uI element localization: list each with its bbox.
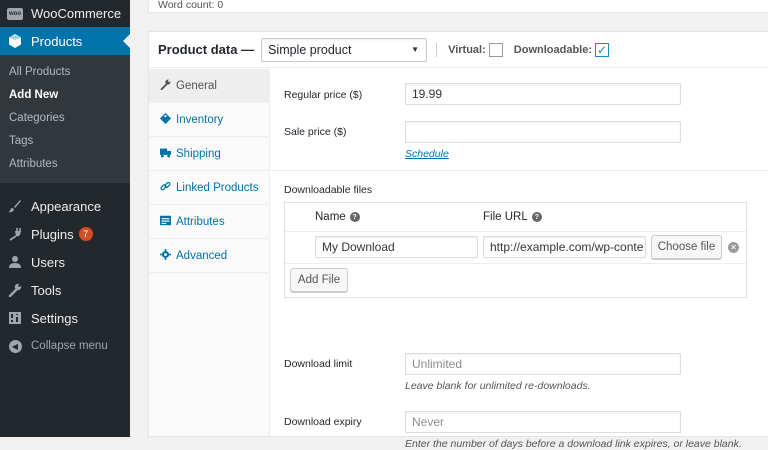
downloadable-checkbox[interactable]: ✓: [595, 42, 610, 57]
checkmark-icon: ✓: [596, 42, 608, 57]
plugins-update-badge: 7: [78, 227, 93, 241]
name-column-header: Name ?: [315, 211, 360, 223]
word-count: Word count: 0: [148, 0, 768, 13]
menu-woocommerce[interactable]: woo WooCommerce: [0, 0, 130, 27]
collapse-arrow-icon: ◀: [7, 338, 23, 354]
wrench-icon: [159, 79, 171, 93]
tab-inventory[interactable]: Inventory: [149, 103, 269, 137]
schedule-link[interactable]: Schedule: [405, 148, 449, 160]
plug-icon: [7, 226, 23, 242]
truck-icon: [159, 147, 171, 161]
tab-inventory-label: Inventory: [176, 113, 224, 126]
downloadable-file-row: My Download http://example.com/wp-conte …: [285, 232, 746, 263]
tab-general-label: General: [176, 79, 217, 92]
download-limit-description: Leave blank for unlimited re-downloads.: [405, 380, 591, 392]
paintbrush-icon: [7, 198, 23, 214]
help-icon[interactable]: ?: [531, 212, 542, 222]
tab-shipping[interactable]: Shipping: [149, 137, 269, 171]
downloadable-label: Downloadable:: [513, 43, 593, 56]
menu-appearance[interactable]: Appearance: [0, 192, 130, 220]
menu-tools[interactable]: Tools: [0, 276, 130, 304]
submenu-all-products[interactable]: All Products: [0, 61, 130, 84]
tag-icon: [159, 112, 171, 127]
link-icon: [159, 181, 171, 195]
menu-tools-label: Tools: [31, 282, 62, 298]
downloadable-files-footer: Add File: [285, 263, 746, 297]
download-expiry-description: Enter the number of days before a downlo…: [405, 438, 742, 450]
wrench-icon: [7, 282, 23, 298]
menu-plugins-label: Plugins: [31, 226, 74, 242]
menu-woocommerce-label: WooCommerce: [31, 6, 122, 21]
download-expiry-input[interactable]: Never: [405, 411, 681, 433]
woocommerce-icon: woo: [7, 6, 23, 22]
regular-price-label: Regular price ($): [284, 89, 363, 101]
tab-attributes[interactable]: Attributes: [149, 205, 269, 239]
download-limit-label: Download limit: [284, 358, 353, 370]
gear-icon: [159, 248, 171, 263]
file-url-input[interactable]: http://example.com/wp-conte: [483, 236, 646, 258]
settings-sliders-icon: [7, 310, 23, 326]
submenu-add-new[interactable]: Add New: [0, 84, 130, 107]
tab-advanced[interactable]: Advanced: [149, 239, 269, 273]
sale-price-input[interactable]: [405, 121, 681, 143]
header-divider: [436, 42, 438, 57]
product-data-title: Product data —: [158, 42, 255, 57]
general-tab-content: Regular price ($) 19.99 Sale price ($) S…: [271, 69, 768, 450]
product-data-tabs: General Inventory Shipping Linked Produc…: [149, 69, 270, 436]
help-icon[interactable]: ?: [349, 212, 360, 222]
virtual-checkbox[interactable]: [488, 42, 503, 57]
products-submenu: All Products Add New Categories Tags Att…: [0, 55, 130, 183]
regular-price-input[interactable]: 19.99: [405, 83, 681, 105]
file-url-column-header: File URL ?: [483, 211, 542, 223]
add-file-button[interactable]: Add File: [290, 268, 348, 292]
sale-price-label: Sale price ($): [284, 126, 347, 138]
admin-sidebar: woo WooCommerce Products All Products Ad…: [0, 0, 130, 437]
menu-plugins[interactable]: Plugins 7: [0, 220, 130, 248]
menu-settings-label: Settings: [31, 310, 78, 326]
product-data-header: Product data — Simple product ▼ Virtual:…: [149, 32, 768, 68]
remove-file-icon[interactable]: ✕: [728, 242, 739, 253]
product-type-value: Simple product: [268, 42, 352, 57]
menu-products[interactable]: Products: [0, 27, 130, 55]
choose-file-button[interactable]: Choose file: [651, 235, 722, 259]
tab-linked-products-label: Linked Products: [176, 181, 259, 194]
submenu-categories[interactable]: Categories: [0, 107, 130, 130]
product-type-select[interactable]: Simple product ▼: [261, 37, 428, 62]
downloadable-files-label: Downloadable files: [284, 184, 373, 196]
menu-appearance-label: Appearance: [31, 198, 102, 214]
file-name-input[interactable]: My Download: [315, 236, 478, 258]
tab-linked-products[interactable]: Linked Products: [149, 171, 269, 205]
download-expiry-label: Download expiry: [284, 416, 362, 428]
main-content: Word count: 0 Product data — Simple prod…: [130, 0, 768, 450]
products-box-icon: [7, 33, 23, 49]
collapse-menu-button[interactable]: ◀ Collapse menu: [0, 332, 130, 360]
tab-general[interactable]: General: [149, 69, 269, 103]
menu-settings[interactable]: Settings: [0, 304, 130, 332]
tab-attributes-label: Attributes: [176, 215, 225, 228]
collapse-menu-label: Collapse menu: [31, 340, 108, 352]
list-icon: [159, 215, 171, 229]
downloadable-files-header: Name ? File URL ?: [285, 203, 746, 232]
virtual-label: Virtual:: [448, 43, 486, 56]
product-data-panel: Product data — Simple product ▼ Virtual:…: [148, 31, 768, 450]
tab-advanced-label: Advanced: [176, 249, 228, 262]
dropdown-arrow-icon: ▼: [411, 45, 420, 54]
menu-users-label: Users: [31, 254, 65, 270]
submenu-tags[interactable]: Tags: [0, 130, 130, 153]
downloadable-files-table: Name ? File URL ? My Download http://exa…: [284, 202, 747, 298]
section-divider: [271, 170, 768, 171]
user-icon: [7, 254, 23, 270]
tab-shipping-label: Shipping: [176, 147, 221, 160]
menu-users[interactable]: Users: [0, 248, 130, 276]
menu-products-label: Products: [31, 33, 83, 49]
submenu-attributes[interactable]: Attributes: [0, 153, 130, 176]
download-limit-input[interactable]: Unlimited: [405, 353, 681, 375]
